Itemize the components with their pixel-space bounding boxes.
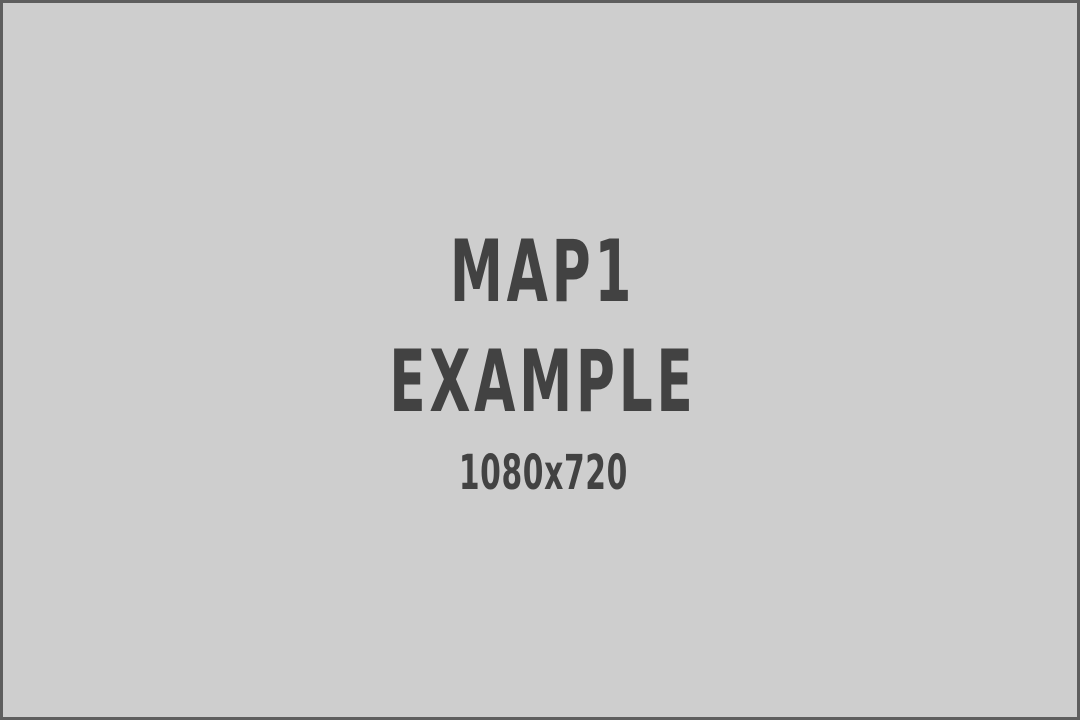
placeholder-title-line-1-text: MAP1: [450, 222, 636, 322]
placeholder-dimensions-text: 1080x720: [458, 445, 628, 501]
placeholder-image: MAP1 EXAMPLE 1080x720: [0, 0, 1080, 720]
placeholder-title-line-1: MAP1: [3, 229, 1080, 315]
placeholder-title-line-2: EXAMPLE: [3, 339, 1080, 425]
placeholder-dimensions: 1080x720: [3, 449, 1080, 497]
placeholder-title-line-2-text: EXAMPLE: [389, 332, 697, 432]
